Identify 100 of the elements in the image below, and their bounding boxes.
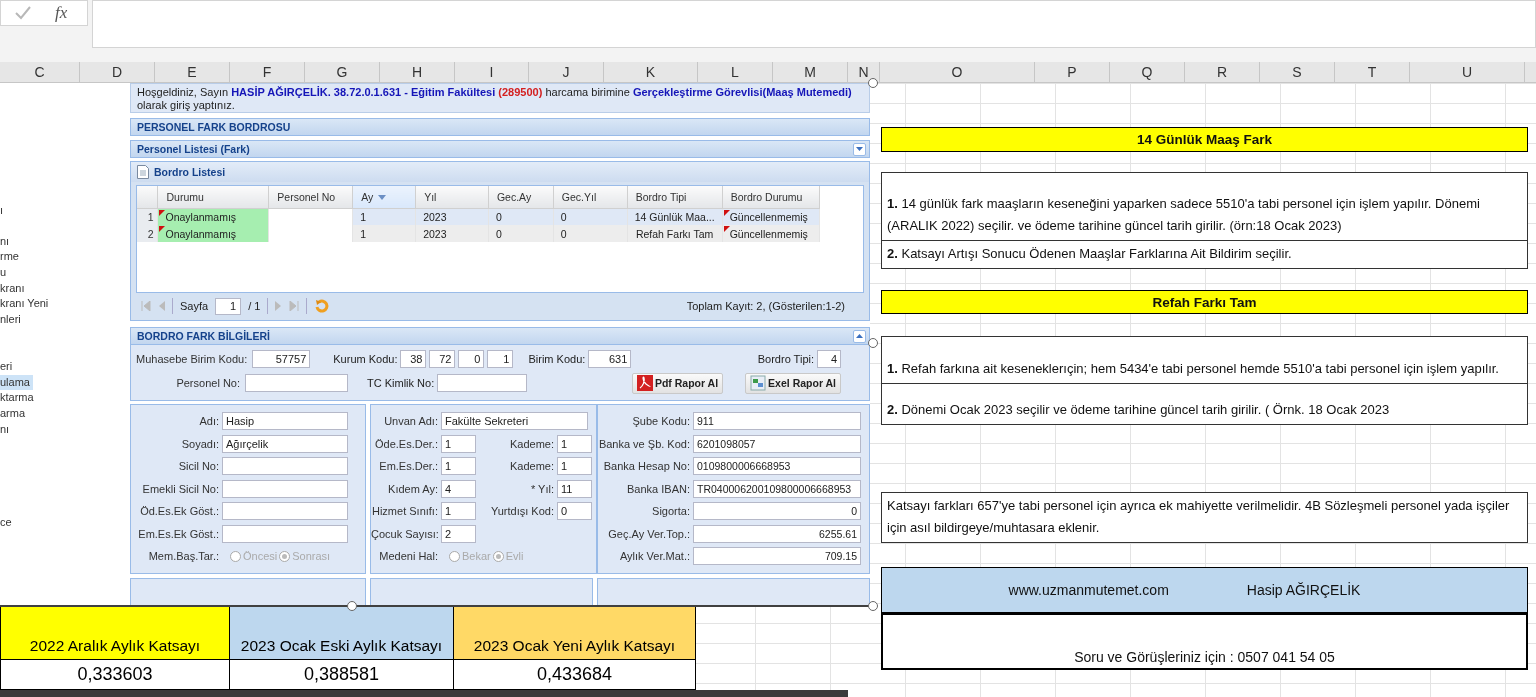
collapse-button[interactable]	[853, 142, 866, 156]
sidebar-item[interactable]: ı	[0, 203, 7, 219]
website-text: www.uzmanmutemet.com	[1008, 582, 1169, 598]
field-label: Öd.Es.Ek Göst.:	[139, 505, 219, 517]
field-label: Unvan Adı:	[383, 415, 438, 427]
text-field[interactable]: 1	[441, 502, 476, 520]
report-button[interactable]: Exel Rapor Al	[745, 372, 841, 394]
resize-handle[interactable]	[868, 338, 878, 348]
text-field[interactable]	[222, 457, 348, 475]
page-input[interactable]: 1	[215, 297, 242, 315]
sidebar-item[interactable]: u	[0, 265, 10, 281]
sidebar-item[interactable]: nı	[0, 421, 13, 438]
text-field[interactable]: 1	[557, 434, 592, 453]
text-field[interactable]	[245, 374, 348, 392]
formula-input[interactable]	[92, 0, 1536, 48]
contact-text: Soru ve Görüşleriniz için : 0507 041 54 05	[1074, 649, 1335, 665]
text-field[interactable]: 2	[441, 524, 476, 543]
pdf-icon	[636, 375, 653, 391]
column-header[interactable]: Gec.Yıl	[553, 186, 628, 208]
text-field[interactable]: Ağırçelik	[222, 434, 348, 453]
report-button[interactable]: Pdf Rapor Al	[631, 372, 724, 394]
refresh-icon[interactable]	[314, 298, 331, 314]
author-name: Hasip AĞIRÇELİK	[1246, 582, 1361, 598]
sidebar-item[interactable]: nleri	[0, 312, 24, 328]
text-field[interactable]: 1	[557, 457, 592, 475]
sidebar-item[interactable]: nı	[0, 233, 13, 250]
text-field[interactable]: TR040006200109800006668953	[693, 479, 861, 498]
column-header[interactable]: R	[1185, 62, 1260, 82]
column-header[interactable]: J	[529, 62, 604, 82]
text-field[interactable]: 4	[441, 479, 476, 498]
column-header[interactable]: G	[305, 62, 380, 82]
text-field[interactable]: 38	[400, 350, 427, 368]
column-header[interactable]: D	[80, 62, 155, 82]
column-header[interactable]: Durumu	[157, 186, 269, 208]
sidebar-item[interactable]: arma	[0, 405, 29, 422]
column-header[interactable]: E	[155, 62, 230, 82]
text-field[interactable]: 1	[441, 457, 476, 475]
text-field[interactable]: Fakülte Sekreteri	[441, 412, 588, 430]
column-header[interactable]: M	[773, 62, 848, 82]
resize-handle[interactable]	[868, 601, 878, 611]
text-field[interactable]	[222, 479, 348, 498]
text-field[interactable]: Hasip	[222, 412, 348, 430]
column-header[interactable]: P	[1035, 62, 1110, 82]
text-field[interactable]: 0	[458, 350, 485, 368]
text-field[interactable]: 911	[693, 412, 861, 430]
function-label[interactable]: fx	[55, 3, 68, 23]
column-header[interactable]: T	[1335, 62, 1410, 82]
sidebar-item[interactable]: kranı Yeni	[0, 296, 52, 313]
welcome-message: Hoşgeldiniz, Sayın HASİP AĞIRÇELİK. 38.72.0.1.631 - Eğitim Fakültesi (289500) harcama birimine Gerçekleştirme Görevlisi(Maaş Mutemedi) olarak giriş yaptınız.	[130, 83, 870, 113]
last-page-icon[interactable]	[289, 301, 300, 311]
column-header[interactable]: Personel No	[268, 186, 353, 208]
resize-handle[interactable]	[347, 601, 357, 611]
collapse-button[interactable]	[853, 329, 866, 343]
sidebar-item[interactable]: ktarma	[0, 390, 37, 406]
previous-page-icon[interactable]	[158, 301, 165, 311]
column-header[interactable]: H	[380, 62, 455, 82]
text-field[interactable]: 0	[557, 502, 592, 520]
text-field[interactable]: 57757	[252, 350, 311, 368]
column-header[interactable]: Q	[1110, 62, 1185, 82]
text-field[interactable]: 1	[487, 350, 514, 368]
panel-title: Personel Listesi (Fark)	[137, 143, 250, 155]
text-field[interactable]: 0	[693, 502, 861, 520]
column-header[interactable]: L	[698, 62, 773, 82]
column-header[interactable]: K	[604, 62, 698, 82]
field-label: TC Kimlik No:	[367, 377, 435, 389]
text-field[interactable]	[222, 502, 348, 520]
record-summary: Toplam Kayıt: 2, (Gösterilen:1-2)	[686, 300, 845, 312]
section-heading: Refah Farkı Tam	[881, 290, 1528, 314]
next-page-icon[interactable]	[275, 301, 283, 311]
column-header[interactable]: Bordro Tipi	[627, 186, 723, 208]
sidebar-item[interactable]: rme	[0, 249, 22, 266]
text-field[interactable]: 631	[588, 350, 632, 368]
column-header[interactable]: S	[1260, 62, 1335, 82]
field-label: Banka ve Şb. Kod:	[598, 437, 690, 450]
column-header[interactable]: U	[1410, 62, 1525, 82]
first-page-icon[interactable]	[141, 301, 151, 311]
check-icon[interactable]	[15, 6, 31, 20]
text-field[interactable]: 1	[441, 434, 476, 453]
column-header[interactable]: C	[0, 62, 80, 82]
sidebar-item[interactable]: ce	[0, 515, 15, 531]
column-header[interactable]: Ay	[352, 186, 416, 208]
sidebar-item[interactable]: eri	[0, 358, 16, 375]
resize-handle[interactable]	[868, 78, 878, 88]
text-field[interactable]: 6255.61	[693, 524, 861, 543]
text-field[interactable]: 709.15	[693, 547, 861, 565]
text-field[interactable]: 6201098057	[693, 434, 861, 453]
text-field[interactable]: 0109800006668953	[693, 457, 861, 475]
column-header[interactable]: O	[880, 62, 1035, 82]
column-header[interactable]: Gec.Ay	[488, 186, 554, 208]
sidebar-item[interactable]: kranı	[0, 280, 28, 297]
text-field[interactable]	[222, 524, 348, 543]
text-field[interactable]	[437, 374, 528, 392]
column-header[interactable]: Yıl	[415, 186, 489, 208]
text-field[interactable]: 4	[817, 350, 841, 368]
text-field[interactable]: 72	[429, 350, 456, 368]
column-header[interactable]: F	[230, 62, 305, 82]
column-header[interactable]: I	[455, 62, 529, 82]
sidebar-item[interactable]: ulama	[0, 374, 33, 391]
text-field[interactable]: 11	[557, 479, 592, 498]
column-header[interactable]: Bordro Durumu	[722, 186, 820, 208]
